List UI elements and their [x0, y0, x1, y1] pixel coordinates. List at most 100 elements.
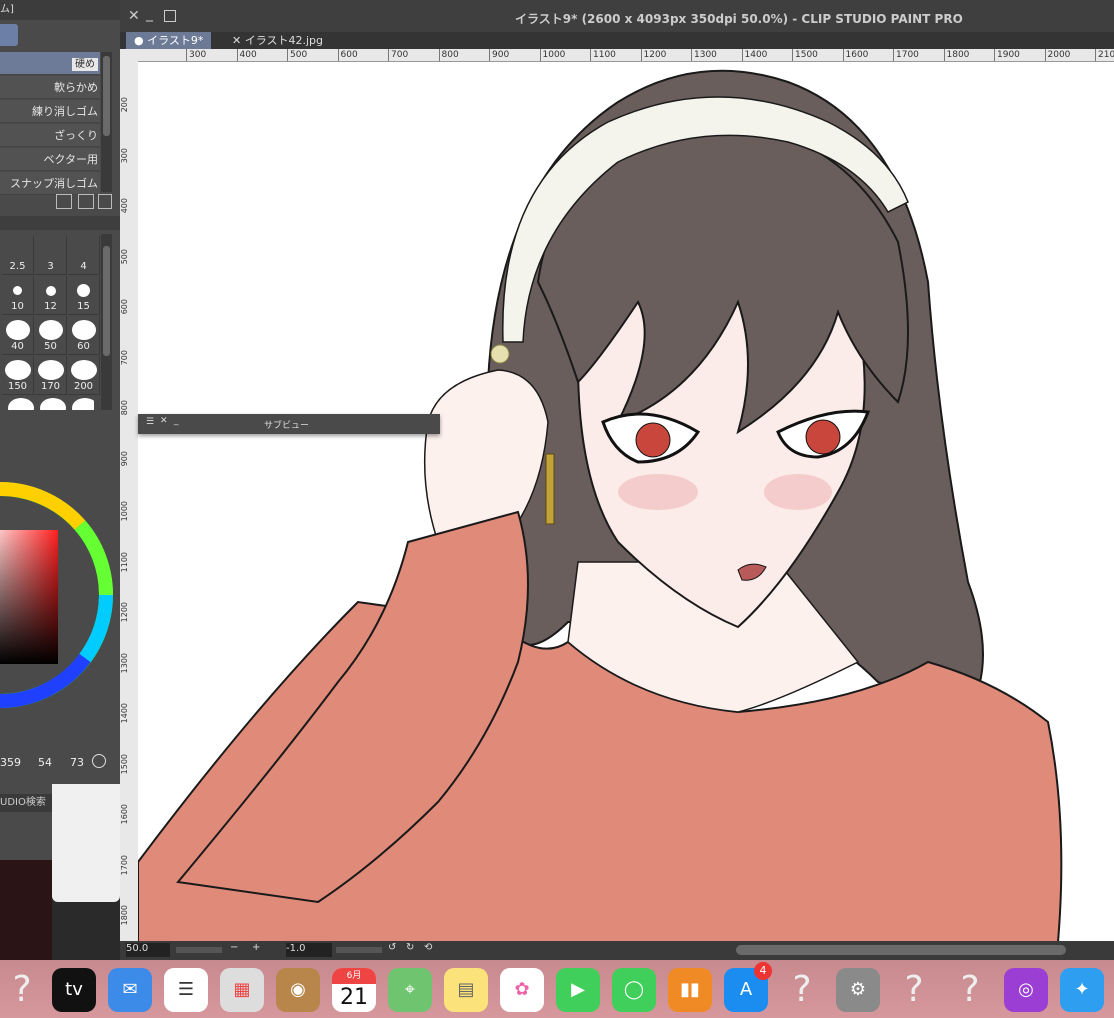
brush-size-cell[interactable]: 200: [68, 356, 100, 395]
size-label: 12: [44, 301, 57, 312]
zoom-field[interactable]: 50.0: [126, 943, 170, 957]
maximize-icon[interactable]: [164, 10, 176, 22]
ruler-tick: 800: [120, 400, 129, 416]
unknown-app-icon[interactable]: ?: [0, 968, 44, 1012]
brush-size-cell[interactable]: 150: [2, 356, 34, 395]
ruler-tick: 1800: [120, 905, 129, 926]
ruler-tick: 500: [120, 248, 129, 264]
brush-list-scrollbar[interactable]: [101, 52, 112, 192]
reminders-icon[interactable]: ☰: [164, 968, 208, 1012]
size-label: 3: [47, 261, 54, 272]
brush-size-cell[interactable]: 10: [2, 276, 34, 315]
messages-icon[interactable]: ◯: [612, 968, 656, 1012]
zoom-out-icon[interactable]: −: [230, 942, 238, 953]
play-icon[interactable]: [92, 754, 106, 768]
popup-window: [52, 784, 120, 902]
color-wheel[interactable]: [0, 430, 120, 750]
brush-item-label: スナップ消しゴム: [10, 177, 98, 190]
brush-size-row-partial: [4, 396, 94, 410]
panel-tab[interactable]: [0, 24, 18, 46]
brush-size-cell[interactable]: 60: [68, 316, 100, 355]
podcasts-icon[interactable]: ◎: [1004, 968, 1048, 1012]
vertical-ruler: 200 300 400 500 600 700 800 900 1000 1100 1200 1300…: [120, 61, 139, 941]
brush-item-rough[interactable]: ざっくり: [0, 124, 100, 147]
scroll-thumb[interactable]: [103, 246, 110, 356]
unknown-app-icon[interactable]: ?: [780, 968, 824, 1012]
brush-size-cell[interactable]: 12: [35, 276, 67, 315]
ruler-tick: 1600: [120, 804, 129, 825]
size-label: 170: [40, 381, 61, 392]
brush-item-soft[interactable]: 軟らかめ: [0, 76, 100, 99]
canvas-window: ✕ _ イラスト9* (2600 x 4093px 350dpi 50.0%) …: [120, 0, 1114, 960]
zoom-slider[interactable]: [176, 947, 222, 953]
brush-item-label: 硬め: [72, 58, 98, 71]
macos-dock: ? tv ✉ ☰ ▦ ◉ 6月 21 ⌖ ▤ ✿ ▶ ◯ ▮▮ A 4 ? ⚙ …: [0, 960, 1114, 1018]
photos-icon[interactable]: ✿: [500, 968, 544, 1012]
size-grid-scrollbar[interactable]: [101, 234, 112, 410]
contacts-icon[interactable]: ◉: [276, 968, 320, 1012]
safari-icon[interactable]: ✦: [1060, 968, 1104, 1012]
rotate-right-icon[interactable]: ↻: [406, 942, 414, 953]
brush-size-cell[interactable]: 40: [2, 316, 34, 355]
ruler-tick: 1100: [590, 49, 616, 61]
ruler-tick: 1400: [120, 703, 129, 724]
subview-panel[interactable]: ☰ ✕ _ サブビュー: [138, 414, 440, 434]
horizontal-scrollbar[interactable]: [736, 945, 1066, 955]
ruler-tick: 800: [438, 49, 459, 61]
tool-tab-row: [0, 216, 120, 230]
facetime-icon[interactable]: ▶: [556, 968, 600, 1012]
ruler-tick: 1000: [539, 49, 565, 61]
size-label: 50: [44, 341, 57, 352]
menu-icon[interactable]: ☰: [146, 417, 154, 427]
tab-label: イラスト9*: [147, 34, 204, 47]
ruler-tick: 500: [287, 49, 307, 61]
document-tab-bar: ● イラスト9* ✕ イラスト42.jpg: [120, 32, 1114, 49]
brush-size-cell[interactable]: 4: [68, 236, 100, 275]
reset-rotation-icon[interactable]: ⟲: [424, 942, 432, 953]
brush-size-cell[interactable]: 3: [35, 236, 67, 275]
duplicate-icon[interactable]: [78, 194, 94, 209]
brush-size-cell[interactable]: 50: [35, 316, 67, 355]
app-store-icon[interactable]: A 4: [724, 962, 772, 1012]
ruler-tick: 1800: [943, 49, 969, 61]
brush-item-hard[interactable]: 硬め: [0, 52, 100, 75]
ruler-tick: 200: [120, 97, 129, 113]
zoom-in-icon[interactable]: +: [252, 942, 260, 953]
rotation-slider[interactable]: [336, 947, 382, 953]
brush-size-cell[interactable]: 2.5: [2, 236, 34, 275]
search-field[interactable]: UDIO検索: [0, 794, 52, 812]
maps-icon[interactable]: ⌖: [388, 968, 432, 1012]
close-icon[interactable]: ✕: [128, 8, 140, 24]
saturation-value: 54: [38, 756, 52, 769]
size-label: 10: [11, 301, 24, 312]
scroll-thumb[interactable]: [103, 56, 110, 136]
trash-icon[interactable]: [98, 194, 112, 209]
brush-item-vector[interactable]: ベクター用: [0, 148, 100, 171]
unknown-app-icon[interactable]: ?: [892, 968, 936, 1012]
close-icon[interactable]: ✕: [160, 416, 168, 426]
tab-illust9[interactable]: ● イラスト9*: [126, 32, 212, 49]
brush-item-kneaded[interactable]: 練り消しゴム: [0, 100, 100, 123]
rotate-left-icon[interactable]: ↺: [388, 942, 396, 953]
books-icon[interactable]: ▮▮: [668, 968, 712, 1012]
apple-tv-icon[interactable]: tv: [52, 968, 96, 1012]
brush-size-cell[interactable]: 15: [68, 276, 100, 315]
calendar-icon[interactable]: 6月 21: [332, 968, 376, 1012]
import-icon[interactable]: [56, 194, 72, 209]
ruler-tick: 900: [120, 450, 129, 466]
minimize-icon[interactable]: _: [174, 416, 179, 426]
window-titlebar: ✕ _ イラスト9* (2600 x 4093px 350dpi 50.0%) …: [120, 0, 1114, 32]
unknown-app-icon[interactable]: ?: [948, 968, 992, 1012]
ruler-tick: 1300: [120, 652, 129, 673]
tab-illust42[interactable]: ✕ イラスト42.jpg: [224, 32, 331, 49]
launchpad-icon[interactable]: ▦: [220, 968, 264, 1012]
rotation-field[interactable]: -1.0: [286, 943, 332, 957]
notes-icon[interactable]: ▤: [444, 968, 488, 1012]
brush-item-snap[interactable]: スナップ消しゴム: [0, 172, 100, 195]
system-preferences-icon[interactable]: ⚙: [836, 968, 880, 1012]
brush-size-cell[interactable]: 170: [35, 356, 67, 395]
ruler-tick: 1200: [640, 49, 666, 61]
drawing-canvas[interactable]: [138, 62, 1114, 942]
minimize-icon[interactable]: _: [146, 6, 153, 22]
mail-icon[interactable]: ✉: [108, 968, 152, 1012]
